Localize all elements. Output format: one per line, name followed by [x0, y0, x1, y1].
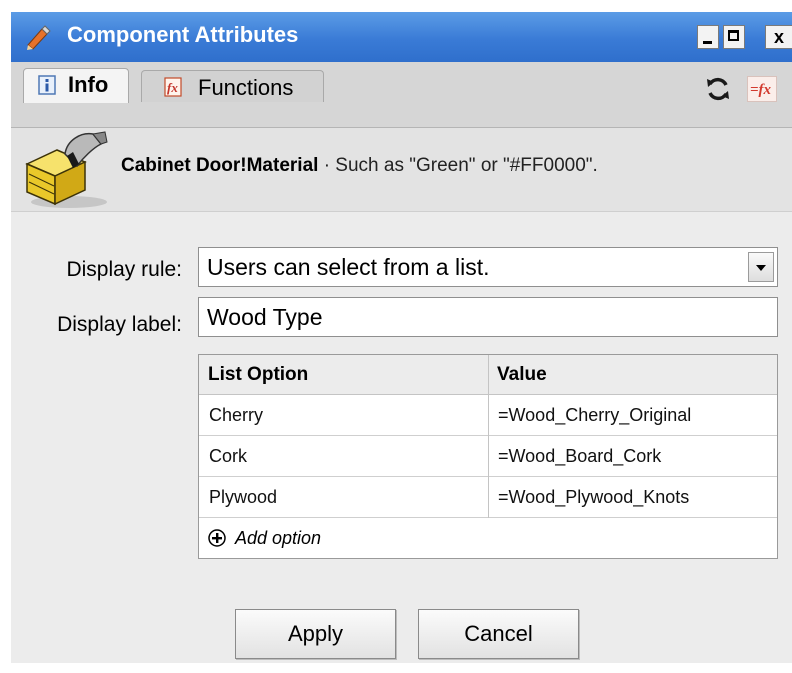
refresh-icon[interactable]: [705, 76, 731, 102]
list-options-table: List Option Value Cherry =Wood_Cherry_Or…: [198, 354, 778, 559]
tab-functions-label: Functions: [198, 75, 294, 100]
tab-functions[interactable]: fx Functions: [141, 70, 324, 102]
display-label-label: Display label:: [57, 313, 182, 336]
maximize-button[interactable]: [723, 25, 745, 49]
display-label-input[interactable]: Wood Type: [198, 297, 778, 337]
minimize-button[interactable]: [697, 25, 719, 49]
svg-text:=fx: =fx: [750, 82, 772, 98]
functions-icon: fx: [164, 77, 182, 97]
component-description: Cabinet Door!Material · Such as "Green" …: [121, 155, 598, 177]
info-icon: [38, 75, 56, 95]
column-header-list-option[interactable]: List Option: [208, 364, 308, 386]
apply-button[interactable]: Apply: [235, 609, 396, 659]
chevron-down-icon[interactable]: [748, 252, 774, 282]
value-cell[interactable]: =Wood_Plywood_Knots: [498, 487, 689, 508]
component-hint: · Such as "Green" or "#FF0000".: [318, 155, 598, 176]
value-cell[interactable]: =Wood_Board_Cork: [498, 446, 661, 467]
display-rule-value: Users can select from a list.: [207, 254, 490, 280]
column-header-value[interactable]: Value: [497, 364, 547, 386]
column-divider: [488, 355, 489, 518]
tab-strip: Info fx Functions =fx: [11, 62, 792, 128]
add-option-link[interactable]: Add option: [235, 528, 321, 549]
plus-circle-icon: [208, 529, 226, 547]
svg-text:fx: fx: [167, 80, 178, 95]
toggle-formula-icon[interactable]: =fx: [747, 76, 777, 102]
display-rule-label: Display rule:: [66, 258, 182, 281]
value-cell[interactable]: =Wood_Cherry_Original: [498, 405, 691, 426]
close-button[interactable]: x: [765, 25, 792, 49]
component-title: Cabinet Door!Material: [121, 155, 319, 176]
pencil-icon: [27, 25, 51, 50]
paint-box-icon: [25, 131, 108, 208]
component-attributes-window: Component Attributes x Info fx Functions: [11, 12, 792, 663]
option-cell[interactable]: Plywood: [209, 487, 277, 508]
window-title: Component Attributes: [67, 22, 299, 47]
cancel-button[interactable]: Cancel: [418, 609, 579, 659]
title-bar[interactable]: Component Attributes x: [11, 12, 792, 62]
component-info-row: Cabinet Door!Material · Such as "Green" …: [11, 128, 792, 212]
tab-info-label: Info: [68, 72, 109, 97]
option-cell[interactable]: Cherry: [209, 405, 263, 426]
add-option-row[interactable]: Add option: [199, 518, 777, 558]
option-cell[interactable]: Cork: [209, 446, 247, 467]
tab-info[interactable]: Info: [23, 68, 129, 103]
display-rule-select[interactable]: Users can select from a list.: [198, 247, 778, 287]
